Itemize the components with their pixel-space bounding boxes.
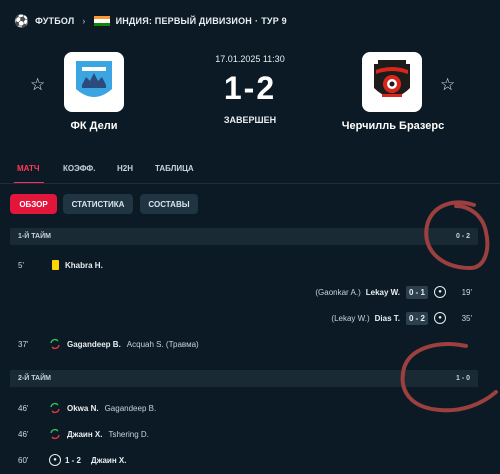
- event-minute: 46': [18, 429, 29, 439]
- match-datetime: 17.01.2025 11:30: [215, 54, 285, 64]
- tab-odds[interactable]: КОЭФФ.: [63, 164, 95, 173]
- event-assist[interactable]: (Lekay W.): [331, 314, 369, 323]
- soccer-ball-icon: ⚽: [14, 14, 30, 28]
- event-minute: 60': [18, 455, 29, 465]
- event-minute: 35': [461, 313, 472, 323]
- half-label: 2-Й ТАЙМ: [18, 375, 51, 382]
- competition-bar[interactable]: ⚽ ФУТБОЛ › ИНДИЯ: ПЕРВЫЙ ДИВИЗИОН · ТУР …: [0, 0, 500, 42]
- substitution-icon: [50, 338, 60, 350]
- event-score: 0 - 1: [405, 285, 428, 299]
- goal-ball-icon: ●: [49, 454, 61, 466]
- event-row[interactable]: 37' Gagandeep B. Acquah S. (Травма): [10, 334, 478, 354]
- event-row[interactable]: 60' ● 1 - 2 Джаин Х.: [10, 450, 478, 470]
- event-assist[interactable]: (Gaonkar A.): [315, 288, 360, 297]
- event-player-in[interactable]: Gagandeep B.: [67, 340, 121, 349]
- tabs-divider: [0, 183, 500, 184]
- home-team-name[interactable]: ФК Дели: [54, 120, 134, 132]
- event-player[interactable]: Lekay W.: [366, 288, 400, 297]
- churchill-brothers-crest-icon: [374, 60, 410, 97]
- event-player[interactable]: Джаин Х.: [91, 456, 126, 465]
- event-minute: 37': [18, 339, 29, 349]
- subtab-overview[interactable]: ОБЗОР: [10, 194, 57, 214]
- event-minute: 46': [18, 403, 29, 413]
- event-minute: 19': [461, 287, 472, 297]
- half-label: 1-Й ТАЙМ: [18, 233, 51, 240]
- subtab-statistics[interactable]: СТАТИСТИКА: [63, 194, 133, 214]
- event-row[interactable]: 5' Khabra H.: [10, 255, 478, 275]
- round-separator: ·: [255, 16, 259, 26]
- half-result: 1 - 0: [455, 375, 470, 382]
- substitution-icon: [50, 428, 60, 440]
- sport-label: ФУТБОЛ: [35, 16, 75, 26]
- event-player-in[interactable]: Джаин Х.: [67, 430, 102, 439]
- tab-standings[interactable]: ТАБЛИЦА: [155, 164, 194, 173]
- event-score: 0 - 2: [405, 311, 428, 325]
- half-result: 0 - 2: [455, 233, 470, 240]
- event-player-out[interactable]: Tshering D.: [108, 430, 148, 439]
- event-row[interactable]: (Lekay W.) Dias T. 0 - 2 ● 35': [10, 308, 478, 328]
- favorite-home-star-icon[interactable]: ☆: [30, 75, 45, 95]
- away-team-name[interactable]: Черчилль Бразерс: [330, 120, 456, 132]
- goal-ball-icon: ●: [434, 312, 446, 324]
- india-flag-icon: [93, 16, 110, 26]
- competition-name: ИНДИЯ: ПЕРВЫЙ ДИВИЗИОН: [115, 16, 252, 26]
- match-header: ☆ ФК Дели 17.01.2025 11:30 1-2 ЗАВЕРШЕН …: [0, 42, 500, 152]
- second-half-header: 2-Й ТАЙМ 1 - 0: [10, 370, 478, 387]
- event-player-out[interactable]: Gagandeep B.: [105, 404, 157, 413]
- match-score: 1-2: [223, 70, 277, 106]
- yellow-card-icon: [52, 260, 59, 270]
- favorite-away-star-icon[interactable]: ☆: [440, 75, 455, 95]
- match-tabs: МАТЧ КОЭФФ. H2H ТАБЛИЦА: [0, 152, 500, 184]
- event-player[interactable]: Khabra H.: [65, 261, 103, 270]
- substitution-icon: [50, 402, 60, 414]
- match-status: ЗАВЕРШЕН: [223, 115, 277, 125]
- event-player[interactable]: Dias T.: [375, 314, 400, 323]
- event-score: 1 - 2: [65, 455, 82, 465]
- event-minute: 5': [18, 260, 24, 270]
- tab-h2h[interactable]: H2H: [117, 164, 133, 173]
- first-half-header: 1-Й ТАЙМ 0 - 2: [10, 228, 478, 245]
- event-player-out[interactable]: Acquah S. (Травма): [127, 340, 199, 349]
- event-player-in[interactable]: Okwa N.: [67, 404, 99, 413]
- home-team-logo[interactable]: [64, 52, 124, 112]
- event-row[interactable]: 46' Джаин Х. Tshering D.: [10, 424, 478, 444]
- away-team-logo[interactable]: [362, 52, 422, 112]
- round-label: ТУР 9: [261, 16, 287, 26]
- subtab-lineups[interactable]: СОСТАВЫ: [140, 194, 198, 214]
- tab-match[interactable]: МАТЧ: [17, 164, 40, 173]
- event-row[interactable]: (Gaonkar A.) Lekay W. 0 - 1 ● 19': [10, 282, 478, 302]
- goal-ball-icon: ●: [434, 286, 446, 298]
- fc-delhi-crest-icon: [76, 61, 112, 97]
- breadcrumb-separator: ›: [82, 16, 86, 26]
- event-row[interactable]: 46' Okwa N. Gagandeep B.: [10, 398, 478, 418]
